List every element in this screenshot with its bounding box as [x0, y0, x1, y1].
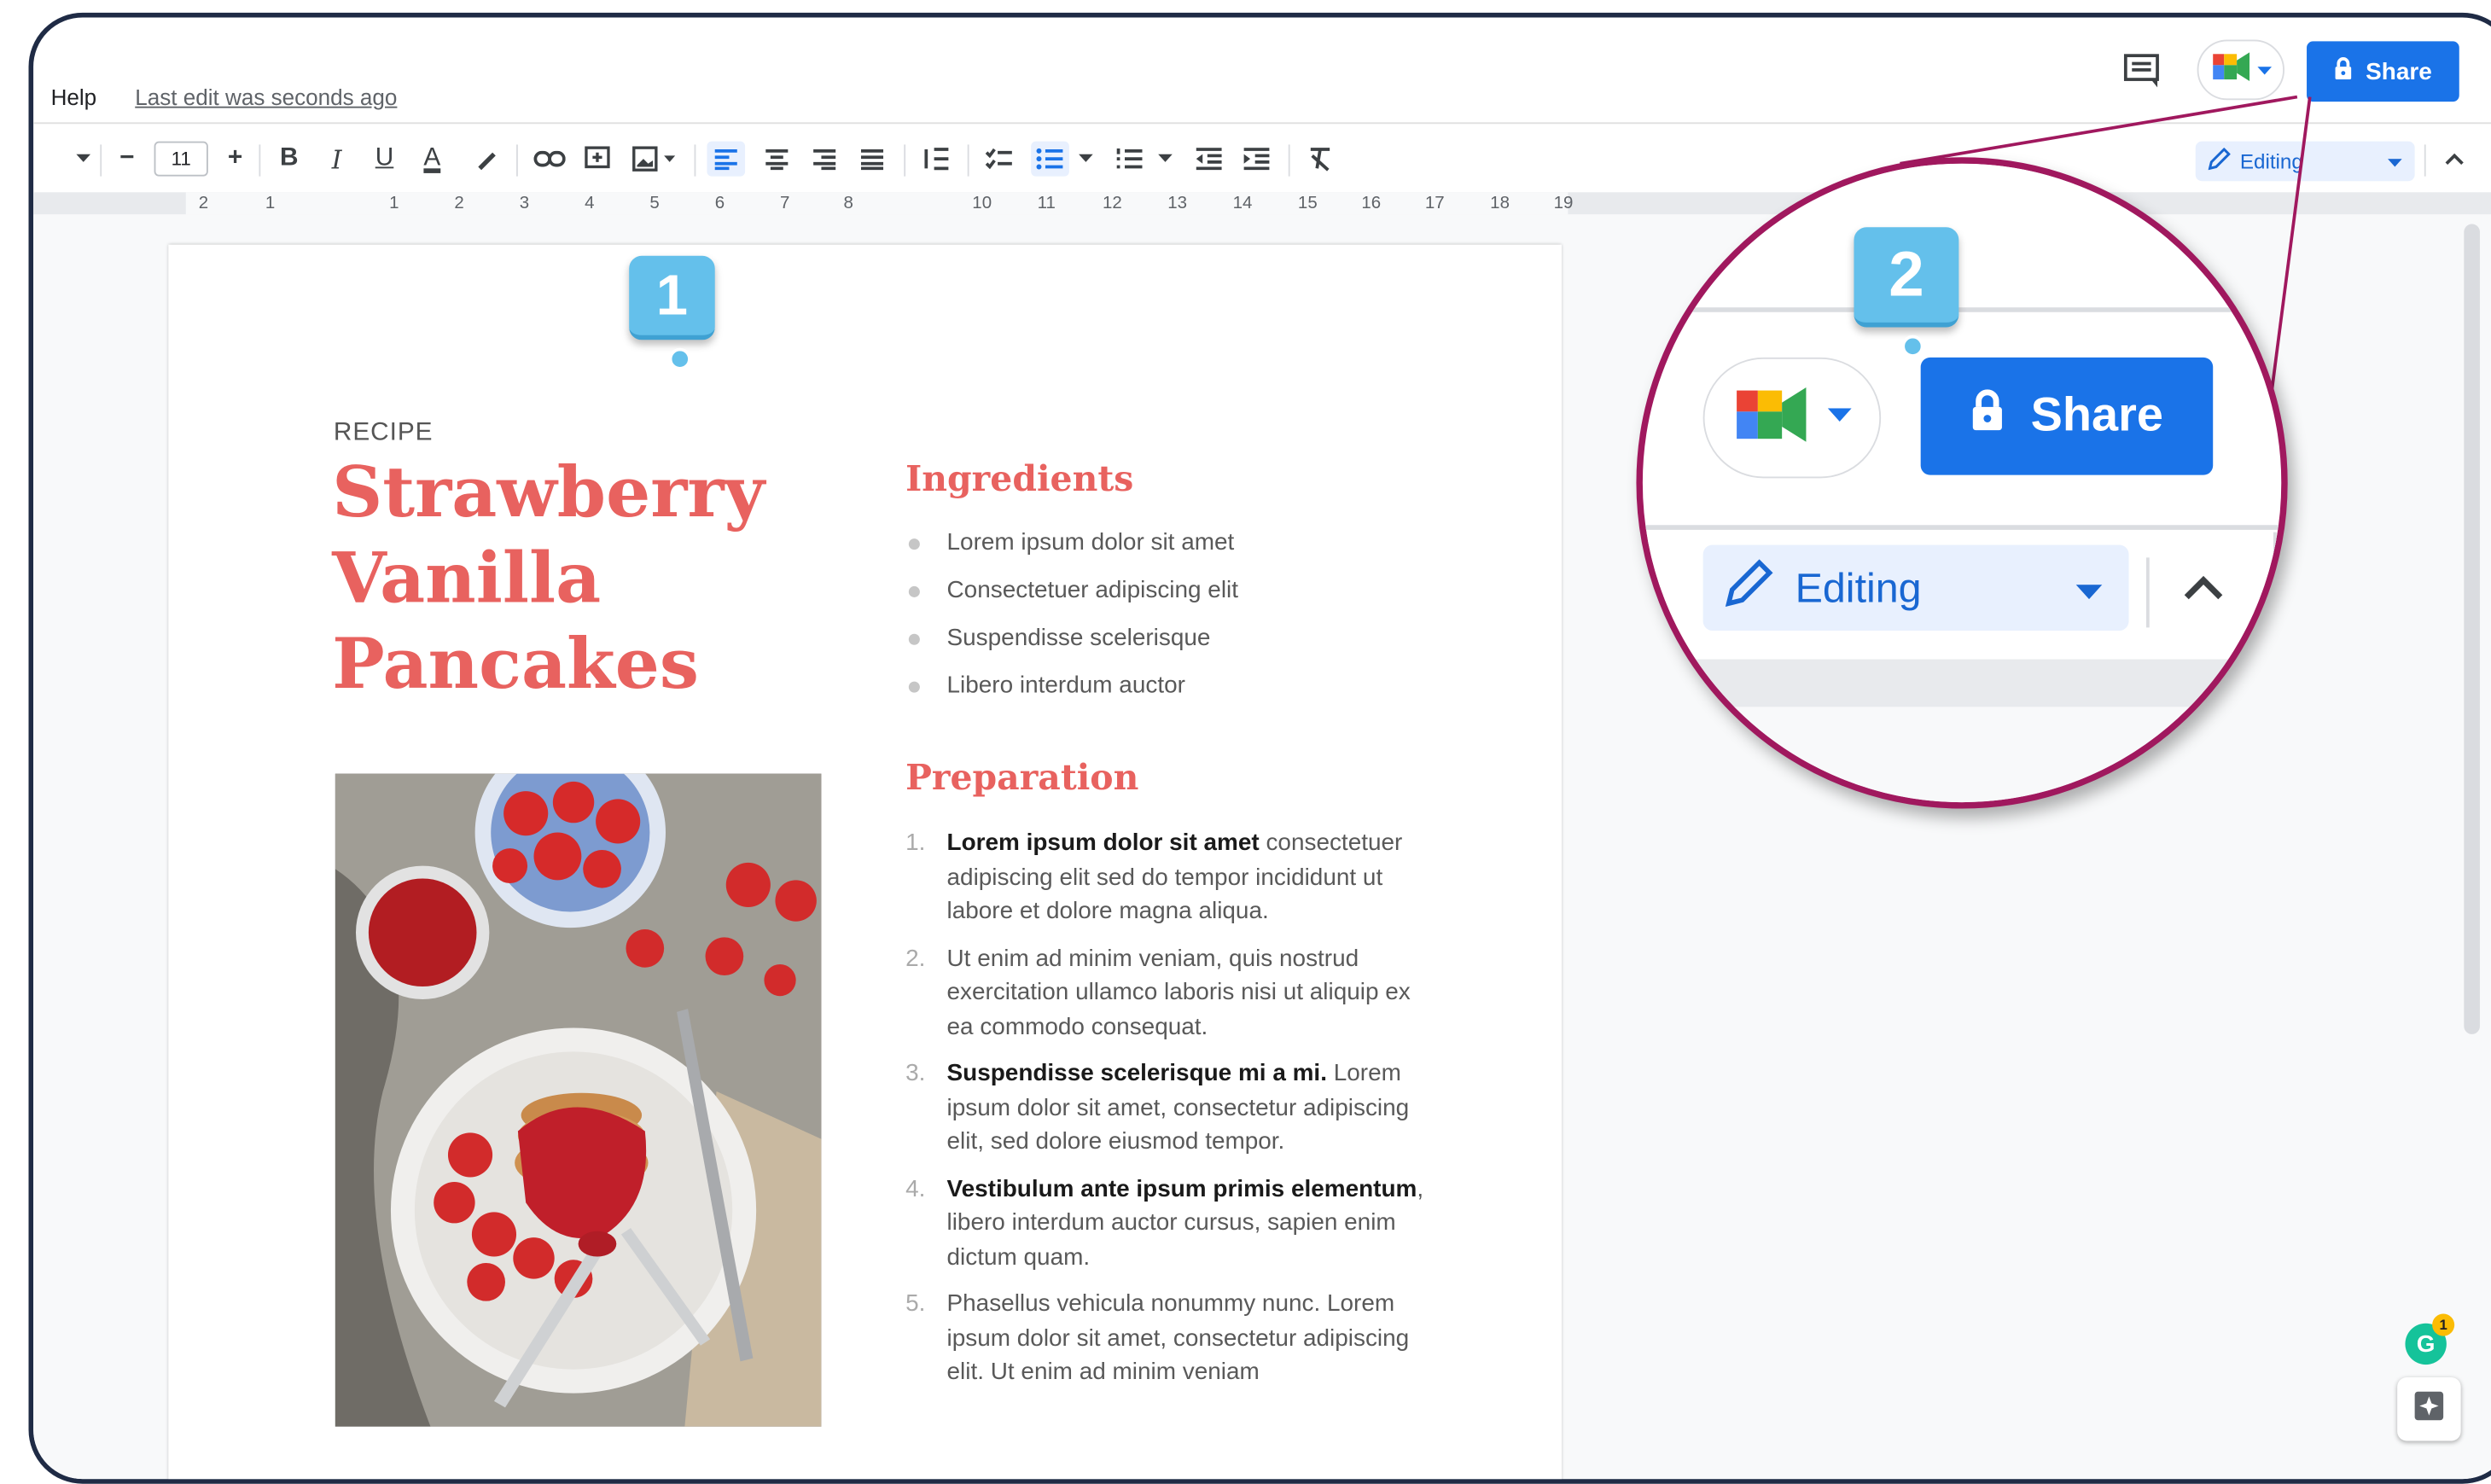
lock-icon [1970, 389, 2005, 443]
callout-pointer-2 [1901, 335, 1924, 358]
pencil-icon [1725, 558, 1773, 617]
zoom-editing-label: Editing [1795, 562, 1922, 611]
explore-button[interactable] [2397, 1377, 2461, 1441]
zoom-meet-button [1702, 357, 1882, 479]
google-meet-icon [1731, 384, 1814, 452]
zoom-editing-dropdown: Editing [1702, 544, 2129, 631]
zoom-magnifier: Share Editing [1636, 157, 2288, 809]
grammarly-letter: G [2416, 1330, 2436, 1358]
zoom-share-button: Share [1920, 357, 2214, 475]
chevron-up-icon [2183, 573, 2224, 608]
chevron-down-icon [1827, 404, 1853, 433]
zoom-share-label: Share [2030, 389, 2163, 442]
app-window: Help Last edit was seconds ago Share − 1… [28, 12, 2491, 1484]
grammarly-count-badge: 1 [2432, 1313, 2455, 1336]
callout-badge-2: 2 [1854, 227, 1959, 328]
explore-star-icon [2413, 1389, 2445, 1429]
chevron-down-icon [2075, 563, 2104, 613]
